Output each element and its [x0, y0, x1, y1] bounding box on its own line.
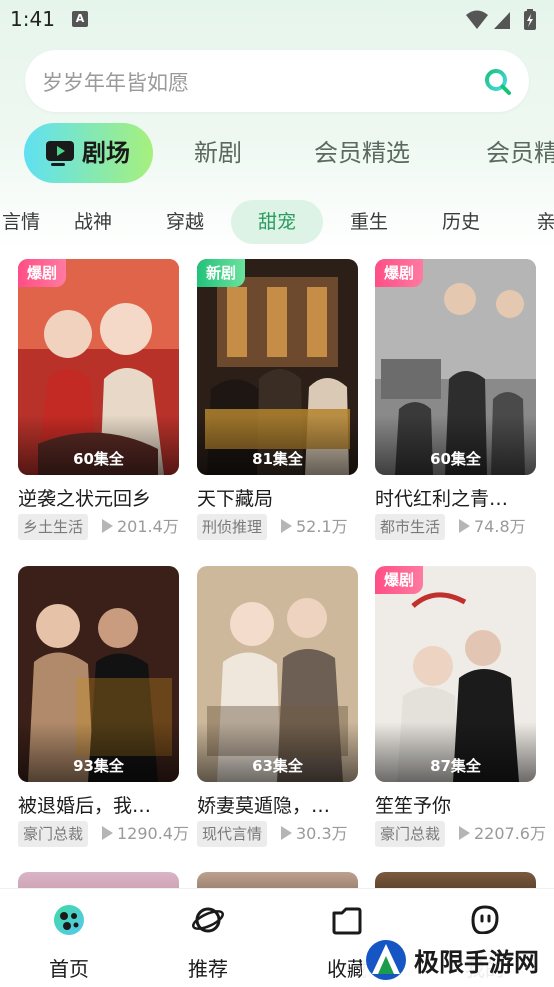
genre-filter: 言情 战神 穿越 甜宠 重生 历史 亲 — [0, 200, 554, 244]
genre-tag: 现代言情 — [197, 821, 268, 847]
play-count-icon — [102, 826, 113, 840]
tab-theater[interactable]: 剧场 — [24, 123, 153, 183]
tab-member-picks[interactable]: 会员精选 — [314, 123, 410, 183]
play-count-icon — [281, 519, 292, 533]
drama-card[interactable]: 爆剧 60集全 时代红利之青… 都市生活 74.8万 — [375, 259, 536, 559]
watermark-text: 极限手游网 — [414, 948, 540, 977]
new-badge: 新剧 — [197, 259, 246, 287]
play-count-icon — [459, 826, 470, 840]
poster-image[interactable]: 93集全 — [18, 566, 179, 782]
planet-icon — [192, 907, 224, 933]
poster-image[interactable]: 爆剧 87集全 — [375, 566, 536, 782]
view-count: 74.8万 — [459, 514, 526, 540]
episode-count: 60集全 — [73, 450, 124, 468]
nav-recommend[interactable]: 推荐 — [158, 889, 258, 987]
drama-card[interactable]: 新剧 81集全 天下藏局 刑侦推理 52.1万 — [197, 259, 358, 559]
genre-tag: 豪门总裁 — [375, 821, 446, 847]
wifi-icon — [466, 10, 488, 29]
poster-image[interactable]: 爆剧 60集全 — [18, 259, 179, 475]
genre-family[interactable]: 亲 — [526, 200, 554, 244]
episode-count: 81集全 — [252, 450, 303, 468]
watermark: 极限手游网 — [362, 934, 554, 986]
nav-label: 推荐 — [188, 957, 228, 981]
genre-tag: 乡土生活 — [18, 514, 89, 540]
genre-tag: 都市生活 — [375, 514, 446, 540]
view-count: 52.1万 — [281, 514, 348, 540]
view-count: 2207.6万 — [459, 821, 546, 847]
genre-war-god[interactable]: 战神 — [66, 200, 120, 244]
drama-card[interactable]: 爆剧 60集全 逆袭之状元回乡 乡土生活 201.4万 — [18, 259, 179, 559]
drama-title[interactable]: 逆袭之状元回乡 — [18, 484, 179, 511]
drama-title[interactable]: 被退婚后，我… — [18, 791, 179, 818]
view-count: 201.4万 — [102, 514, 179, 540]
drama-card[interactable]: 93集全 被退婚后，我… 豪门总裁 1290.4万 — [18, 566, 189, 866]
battery-charging-icon — [524, 9, 536, 30]
view-count: 1290.4万 — [102, 821, 189, 847]
watermark-logo-icon — [366, 940, 406, 980]
signal-icon — [494, 12, 510, 29]
episode-count: 93集全 — [73, 757, 124, 775]
profile-face-icon — [471, 905, 499, 935]
search-icon[interactable] — [484, 68, 511, 95]
genre-time-travel[interactable]: 穿越 — [158, 200, 212, 244]
genre-sweet-love[interactable]: 甜宠 — [231, 200, 323, 244]
drama-title[interactable]: 娇妻莫遁隐，… — [197, 791, 358, 818]
drama-card[interactable]: 63集全 娇妻莫遁隐，… 现代言情 30.3万 — [197, 566, 358, 866]
genre-romance[interactable]: 言情 — [0, 200, 42, 244]
nav-label: 首页 — [49, 957, 89, 981]
drama-title[interactable]: 天下藏局 — [197, 484, 358, 511]
episode-count: 60集全 — [430, 450, 481, 468]
hot-badge: 爆剧 — [18, 259, 67, 287]
play-count-icon — [102, 519, 113, 533]
episode-count: 87集全 — [430, 757, 481, 775]
episode-count: 63集全 — [252, 757, 303, 775]
genre-rebirth[interactable]: 重生 — [342, 200, 396, 244]
a-letter-icon: A — [72, 11, 88, 27]
play-count-icon — [281, 826, 292, 840]
play-count-icon — [459, 519, 470, 533]
hot-badge: 爆剧 — [375, 259, 424, 287]
view-count: 30.3万 — [281, 821, 348, 847]
drama-card[interactable]: 爆剧 87集全 笙笙予你 豪门总裁 2207.6万 — [375, 566, 546, 866]
genre-tag: 豪门总裁 — [18, 821, 89, 847]
tab-label: 剧场 — [82, 139, 130, 167]
folder-icon — [332, 907, 362, 935]
genre-history[interactable]: 历史 — [434, 200, 488, 244]
tab-new-dramas[interactable]: 新剧 — [194, 123, 242, 183]
tab-member-picks-2[interactable]: 会员精 — [486, 123, 554, 183]
poster-image[interactable]: 63集全 — [197, 566, 358, 782]
genre-tag: 刑侦推理 — [197, 514, 268, 540]
status-time: 1:41 — [10, 7, 55, 31]
category-tabs: 剧场 新剧 会员精选 会员精 — [0, 123, 554, 183]
search-input[interactable]: 岁岁年年皆如愿 — [42, 67, 189, 97]
tv-play-icon — [46, 141, 74, 166]
poster-image[interactable]: 爆剧 60集全 — [375, 259, 536, 475]
search-bar[interactable]: 岁岁年年皆如愿 — [25, 50, 529, 112]
home-dots-icon — [54, 905, 84, 935]
drama-title[interactable]: 时代红利之青… — [375, 484, 536, 511]
status-system-icons — [466, 9, 536, 30]
nav-home[interactable]: 首页 — [19, 889, 119, 987]
status-bar: 1:41 A — [0, 0, 554, 40]
hot-badge: 爆剧 — [375, 566, 424, 594]
poster-image[interactable]: 新剧 81集全 — [197, 259, 358, 475]
drama-title[interactable]: 笙笙予你 — [375, 791, 536, 818]
